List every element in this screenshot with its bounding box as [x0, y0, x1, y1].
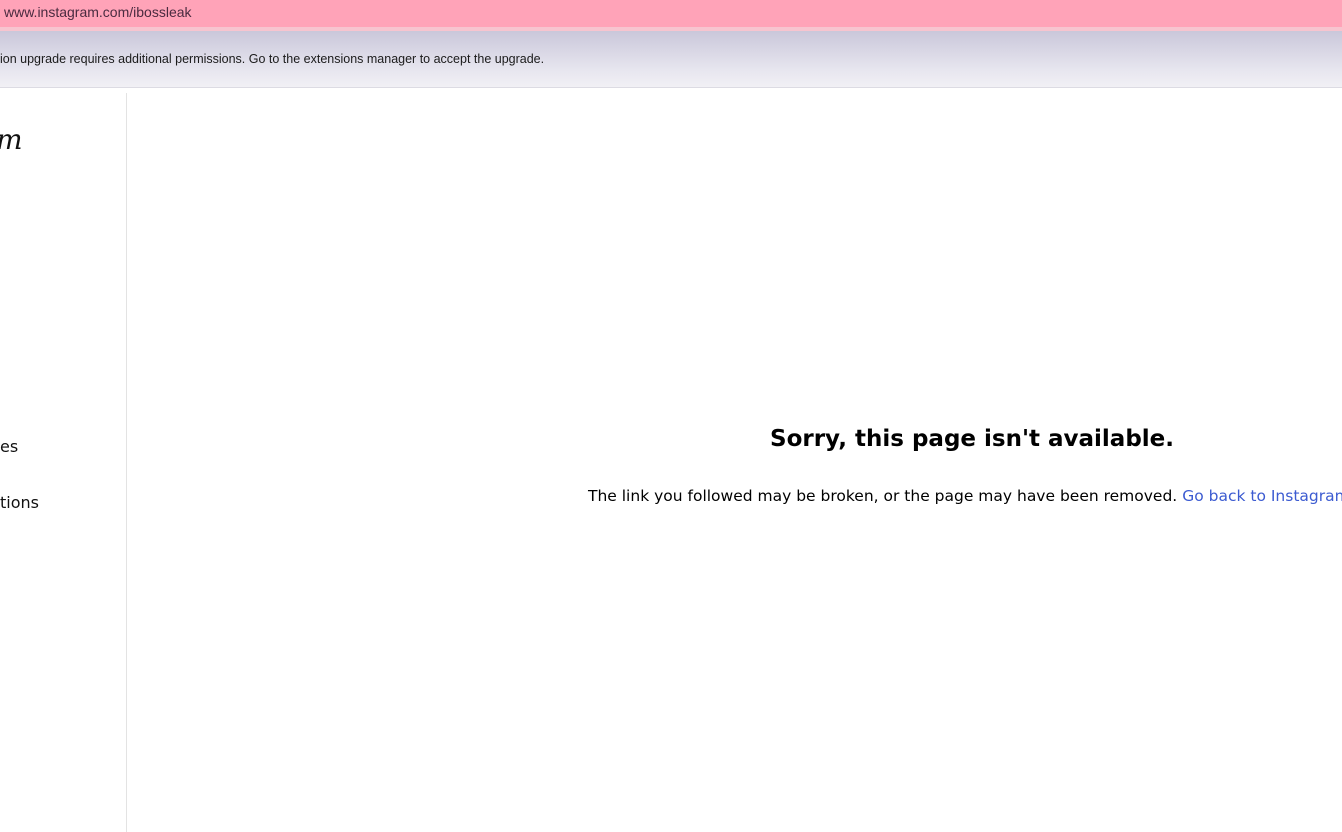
sidebar: m es tions [0, 93, 127, 832]
sidebar-item-notifications[interactable]: tions [0, 493, 39, 512]
go-back-link[interactable]: Go back to Instagram. [1182, 487, 1342, 505]
error-title: Sorry, this page isn't available. [770, 426, 1175, 452]
url-text[interactable]: www.instagram.com/ibossleak [4, 4, 192, 20]
sidebar-item-messages[interactable]: es [0, 437, 18, 456]
error-description: The link you followed may be broken, or … [588, 487, 1178, 505]
address-bar[interactable]: www.instagram.com/ibossleak [0, 0, 1342, 31]
instagram-logo[interactable]: m [0, 123, 23, 156]
extension-permission-notification: ion upgrade requires additional permissi… [0, 31, 1342, 88]
error-message: The link you followed may be broken, or … [588, 487, 1342, 505]
main-content: Sorry, this page isn't available. The li… [127, 93, 1342, 832]
notification-message: ion upgrade requires additional permissi… [0, 52, 545, 66]
